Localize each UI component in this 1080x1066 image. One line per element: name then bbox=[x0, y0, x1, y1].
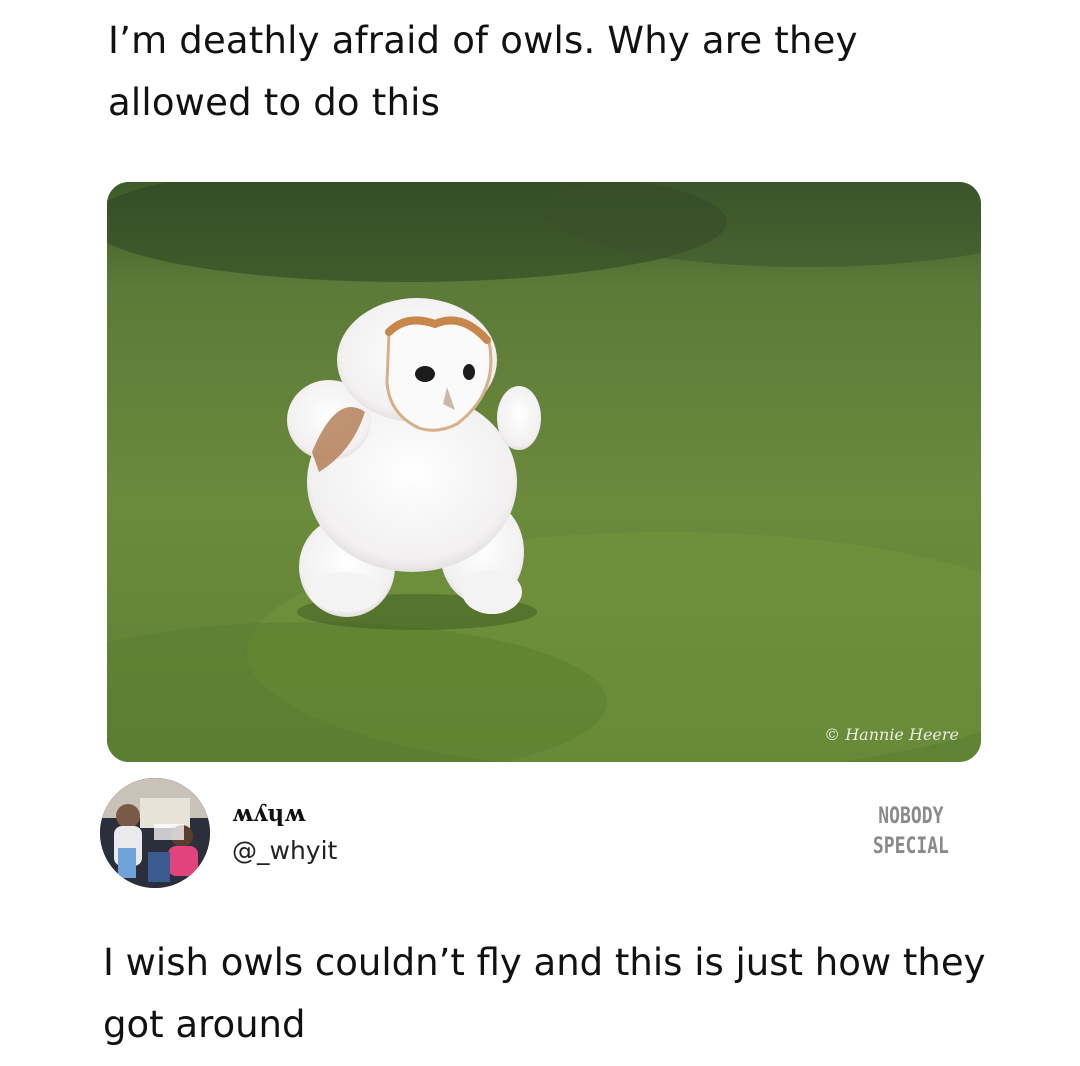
tweet-author[interactable]: ʍʎɥʍ @_whyit NOBODY SPECIAL bbox=[100, 778, 980, 890]
photo-credit: © Hannie Heere bbox=[824, 725, 959, 744]
owl-photo-illustration bbox=[107, 182, 981, 762]
owl-photo[interactable]: © Hannie Heere bbox=[107, 182, 981, 762]
top-tweet-text: I’m deathly afraid of owls. Why are they… bbox=[108, 19, 858, 124]
avatar-photo-icon bbox=[100, 778, 210, 888]
reply-tweet-text: I wish owls couldn’t fly and this is jus… bbox=[103, 941, 986, 1046]
display-name[interactable]: ʍʎɥʍ bbox=[232, 800, 305, 827]
watermark-logo: NOBODY SPECIAL bbox=[866, 802, 956, 862]
watermark-line-2: SPECIAL bbox=[872, 834, 949, 859]
avatar[interactable] bbox=[100, 778, 210, 888]
username-handle[interactable]: @_whyit bbox=[232, 836, 337, 865]
watermark-line-1: NOBODY bbox=[878, 804, 944, 829]
